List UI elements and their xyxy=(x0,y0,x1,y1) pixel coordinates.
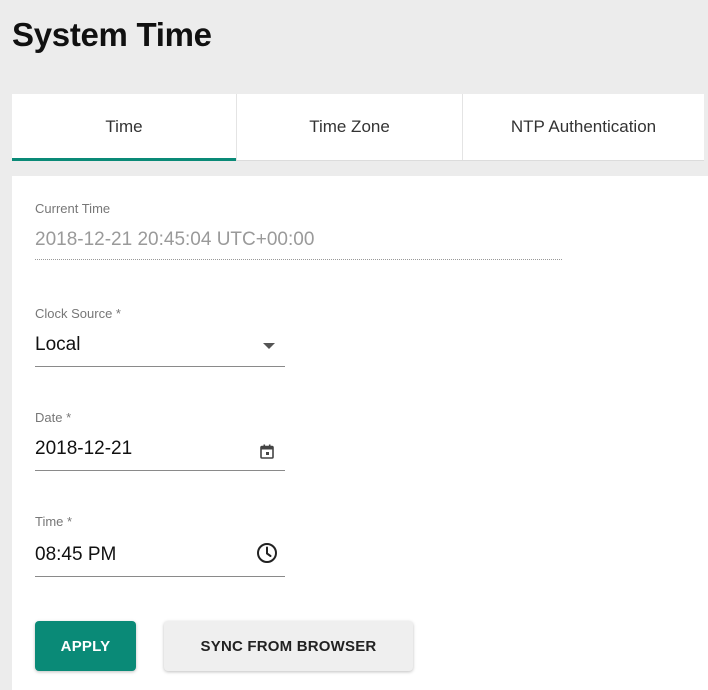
tab-time[interactable]: Time xyxy=(12,94,236,161)
time-label: Time * xyxy=(35,514,73,529)
clock-source-select[interactable]: Local xyxy=(35,328,285,366)
date-value: 2018-12-21 xyxy=(35,438,133,459)
clock-source-label: Clock Source * xyxy=(35,306,121,321)
time-field[interactable]: 08:45 PM xyxy=(35,536,285,574)
tab-ntp-authentication-label: NTP Authentication xyxy=(510,117,657,136)
sync-from-browser-button[interactable]: SYNC FROM BROWSER xyxy=(164,621,413,671)
tab-ntp-authentication[interactable]: NTP Authentication xyxy=(462,94,704,160)
clock-icon[interactable] xyxy=(255,541,279,565)
date-underline xyxy=(35,470,285,471)
tab-time-label: Time xyxy=(105,117,143,136)
tab-time-zone-label: Time Zone xyxy=(309,117,390,136)
clock-source-underline xyxy=(35,366,285,367)
clock-source-value: Local xyxy=(35,334,81,355)
page-title: System Time xyxy=(12,16,212,53)
date-field[interactable]: 2018-12-21 xyxy=(35,432,285,470)
current-time-label: Current Time xyxy=(35,201,111,216)
current-time-divider xyxy=(35,259,562,260)
calendar-icon[interactable] xyxy=(258,442,276,460)
time-underline xyxy=(35,576,285,577)
time-value: 08:45 PM xyxy=(35,544,117,565)
tab-bar: Time Time Zone NTP Authentication xyxy=(12,94,704,161)
dropdown-arrow-icon xyxy=(261,338,277,354)
apply-button[interactable]: APPLY xyxy=(35,621,136,671)
tab-time-zone[interactable]: Time Zone xyxy=(236,94,462,160)
time-settings-card: Current Time 2018-12-21 20:45:04 UTC+00:… xyxy=(12,176,708,690)
date-label: Date * xyxy=(35,410,72,425)
current-time-value: 2018-12-21 20:45:04 UTC+00:00 xyxy=(35,229,315,250)
